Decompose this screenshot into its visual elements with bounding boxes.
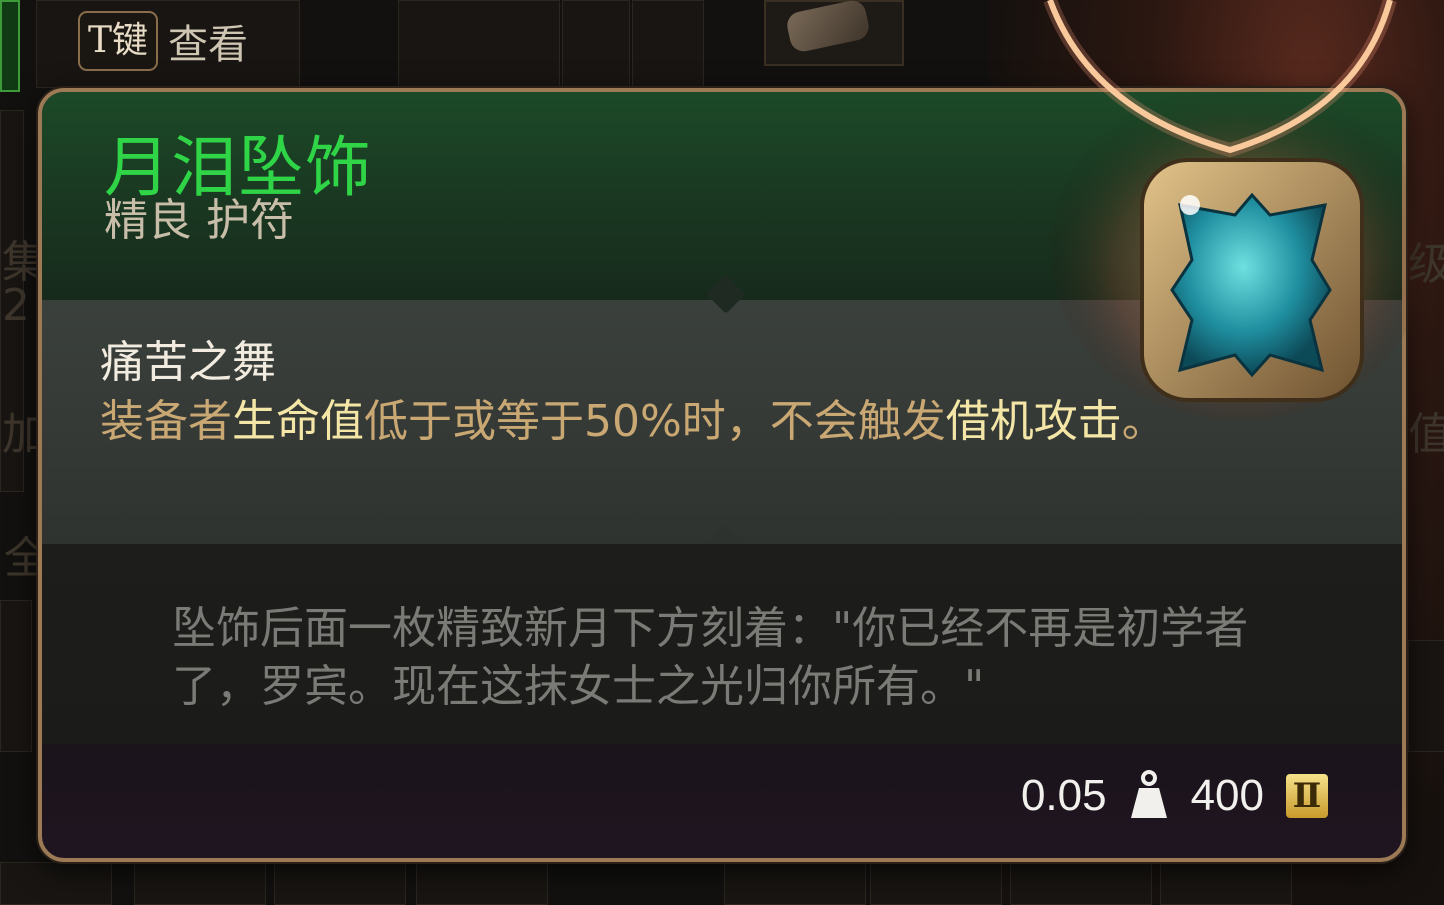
inventory-slot[interactable]	[0, 600, 32, 752]
effect-title: 痛苦之舞	[100, 337, 276, 388]
selected-slot-indicator	[0, 0, 20, 92]
weight-icon	[1130, 770, 1167, 818]
flavor-section: 坠饰后面一枚精致新月下方刻着："你已经不再是初学者了，罗宾。现在这抹女士之光归你…	[42, 544, 1402, 744]
scroll-icon	[784, 0, 872, 54]
item-value: 400	[1190, 771, 1264, 820]
item-footer: 0.05 400 Ⅱ	[1021, 768, 1328, 824]
flavor-text: 坠饰后面一枚精致新月下方刻着："你已经不再是初学者了，罗宾。现在这抹女士之光归你…	[172, 603, 1249, 712]
inventory-slot[interactable]	[562, 0, 630, 88]
effect-text: 。	[1121, 396, 1166, 447]
keyword-opportunity-attack[interactable]: 借机攻击	[946, 396, 1122, 447]
effect-description: 装备者生命值低于或等于50%时，不会触发借机攻击。	[100, 392, 1210, 452]
inventory-slot[interactable]	[1408, 640, 1444, 752]
gold-coin-icon: Ⅱ	[1286, 774, 1328, 818]
inventory-slot[interactable]	[134, 862, 266, 905]
background-text: 级	[1408, 239, 1444, 290]
item-effect-section: 痛苦之舞 装备者生命值低于或等于50%时，不会触发借机攻击。	[42, 300, 1402, 544]
effect-text: 低于或等于50%时，不会触发	[364, 396, 946, 447]
inventory-slot[interactable]	[870, 862, 1002, 905]
inventory-slot[interactable]	[1160, 862, 1292, 905]
inventory-slot[interactable]	[416, 862, 548, 905]
keybind-badge: T键	[78, 11, 159, 71]
item-rarity-type: 精良 护符	[104, 195, 294, 246]
inspect-label: 查看	[168, 22, 249, 68]
inventory-slot[interactable]	[1010, 862, 1152, 905]
inventory-slot[interactable]	[724, 862, 866, 905]
tooltip-header: 月泪坠饰 精良 护符	[42, 92, 1402, 300]
item-tooltip: 月泪坠饰 精良 护符 痛苦之舞 装备者生命值低于或等于50%时，不会触发借机攻击…	[38, 88, 1406, 862]
item-weight: 0.05	[1020, 771, 1107, 820]
background-text: 值	[1408, 409, 1444, 460]
inspect-hint[interactable]: T键 查看	[78, 10, 248, 72]
inventory-slot[interactable]	[0, 862, 112, 905]
scroll-item-slot[interactable]	[764, 0, 904, 66]
background-text: 2	[2, 280, 30, 331]
effect-text: 装备者	[100, 396, 232, 447]
inventory-slot[interactable]	[632, 0, 704, 88]
keyword-hit-points[interactable]: 生命值	[232, 396, 364, 447]
inventory-slot[interactable]	[398, 0, 560, 88]
inventory-slot[interactable]	[274, 862, 406, 905]
